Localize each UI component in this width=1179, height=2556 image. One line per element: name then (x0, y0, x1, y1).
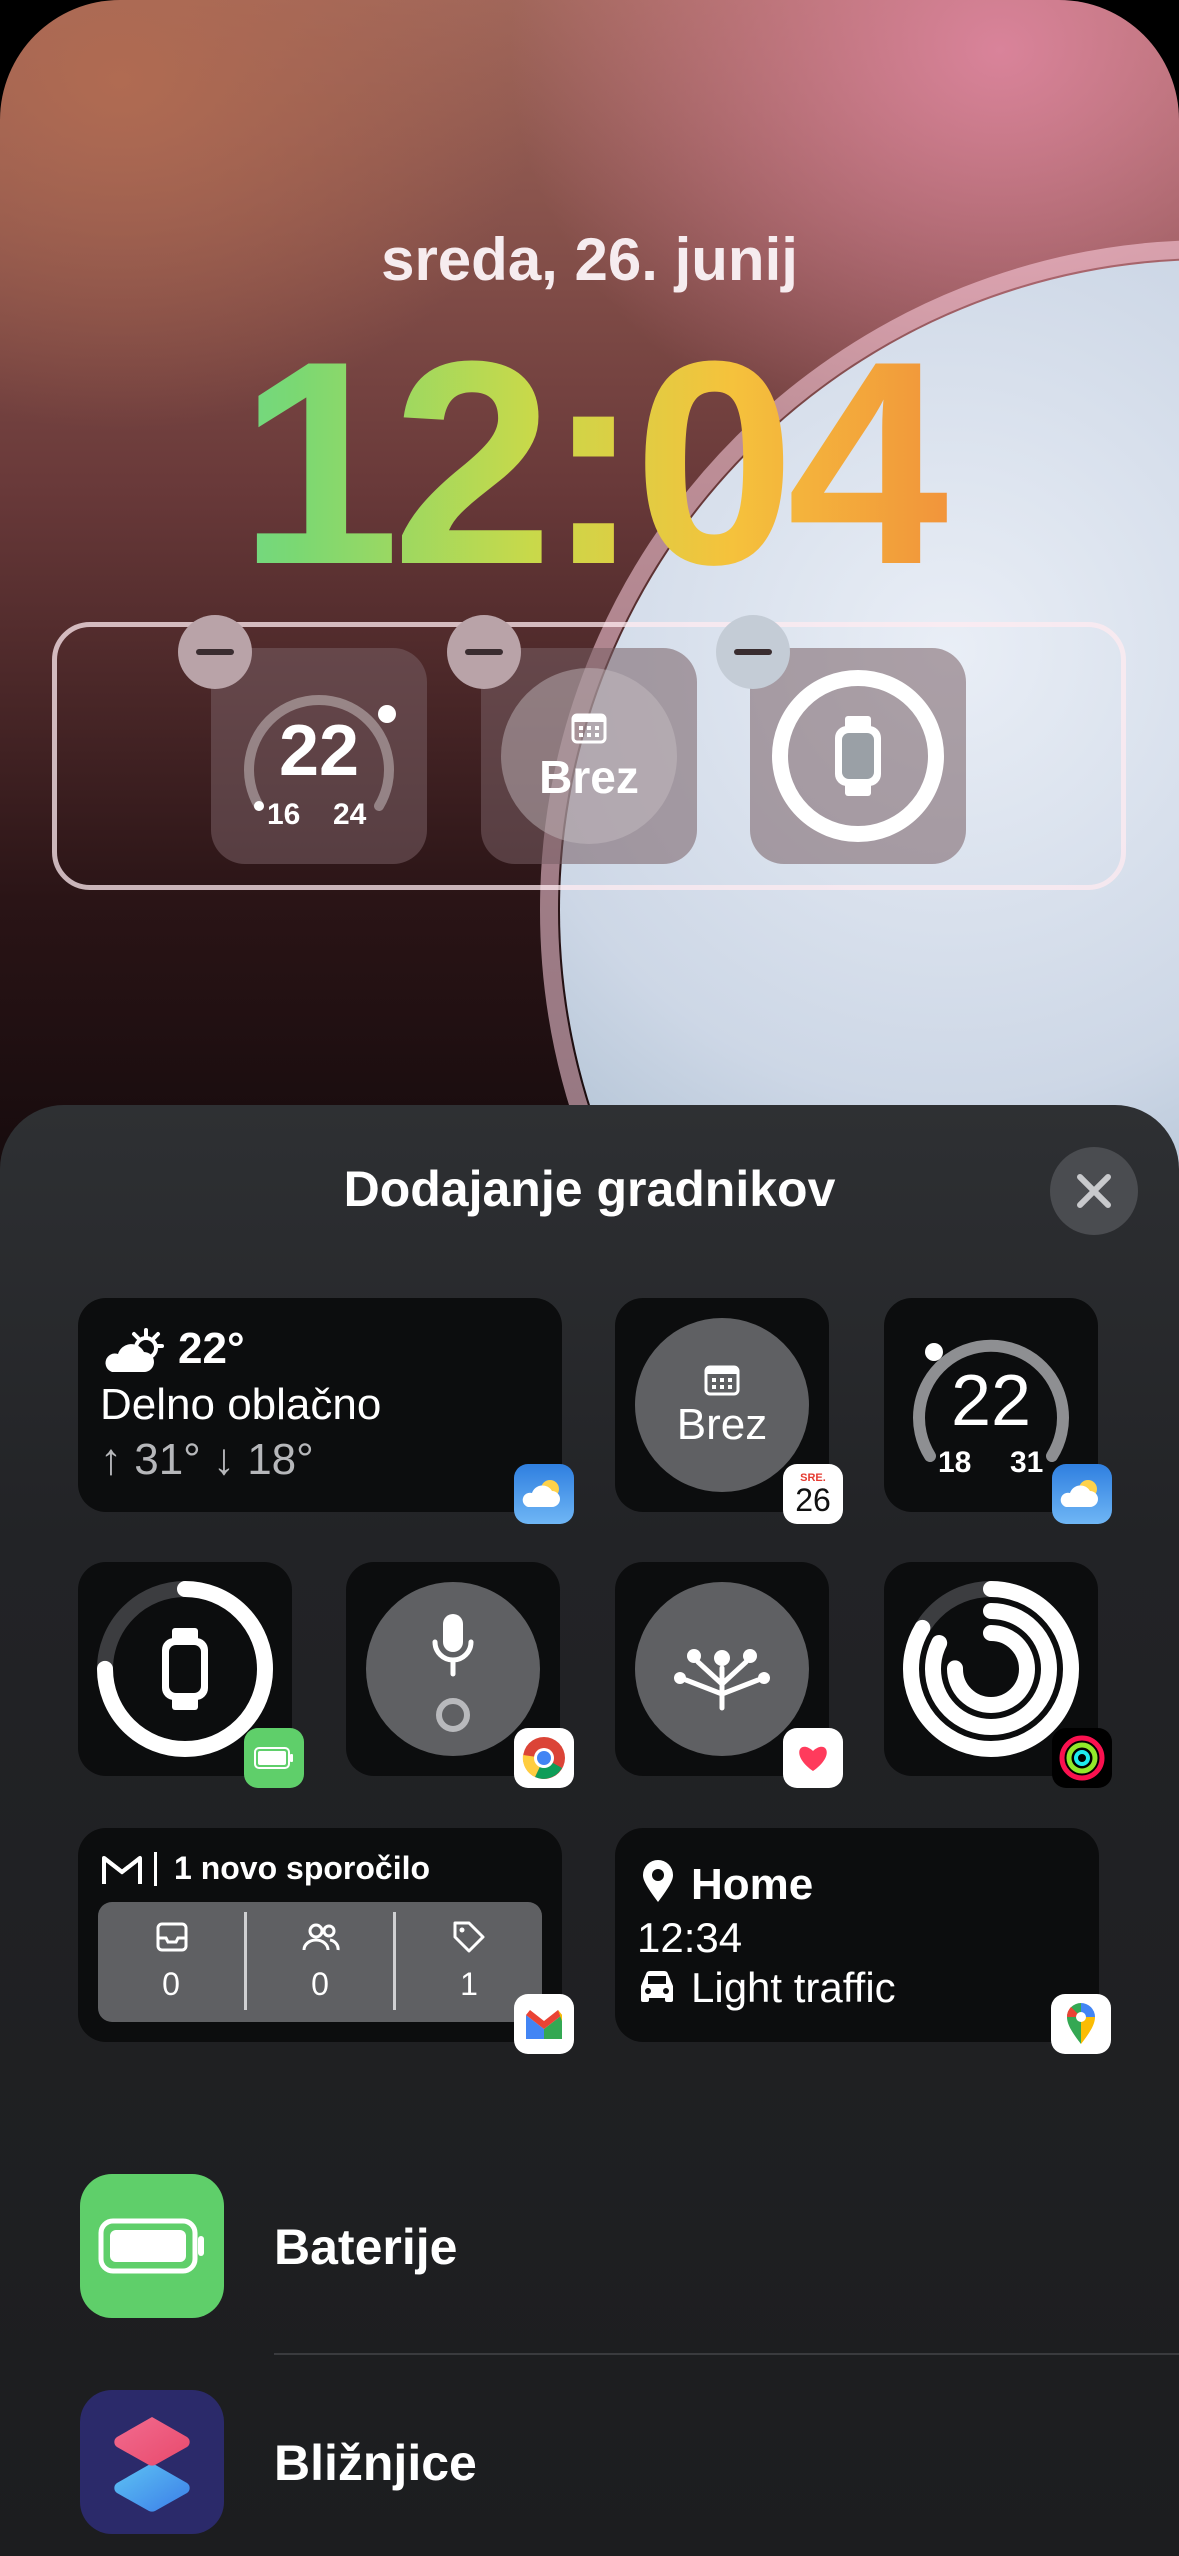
battery-ring-widget[interactable] (78, 1562, 304, 1788)
list-separator (274, 2353, 1179, 2355)
gmail-title: 1 novo sporočilo (174, 1850, 431, 1886)
lock-weather-low: 16 (267, 798, 301, 831)
calendar-widget-label: Brez (676, 1400, 768, 1449)
lock-weather-high: 24 (333, 798, 367, 831)
app-name: Baterije (274, 2219, 458, 2275)
app-list-item-bliznjice[interactable]: Bližnjice (0, 2356, 1179, 2556)
app-name: Bližnjice (274, 2435, 477, 2491)
calendar-icon (704, 1365, 740, 1396)
chrome-icon (522, 1737, 565, 1779)
calendar-widget[interactable]: Brez SRE. 26 (615, 1298, 843, 1524)
gmail-widget[interactable]: 1 novo sporočilo 0 0 1 (78, 1828, 574, 2054)
maps-place: Home (691, 1860, 814, 1909)
batteries-app-badge (244, 1728, 304, 1788)
mindfulness-widget[interactable] (615, 1562, 843, 1788)
gmail-logo-icon (526, 2010, 562, 2039)
gmail-divider (154, 1852, 157, 1886)
lock-widget-watch-battery[interactable] (750, 648, 966, 864)
app-list-item-baterije[interactable]: Baterije (0, 2140, 1179, 2355)
social-count: 0 (311, 1966, 329, 2002)
weather-app-badge (1052, 1464, 1112, 1524)
sheet-title: Dodajanje gradnikov (343, 1161, 836, 1217)
calendar-icon (571, 713, 607, 744)
microphone-icon (432, 1614, 474, 1677)
remove-watch-widget-button[interactable] (716, 615, 790, 689)
maps-traffic: Light traffic (691, 1964, 896, 2011)
google-maps-pin-icon (1066, 2003, 1095, 2044)
remove-weather-widget-button[interactable] (178, 615, 252, 689)
watch-icon (835, 716, 881, 796)
location-pin-icon (643, 1860, 673, 1902)
gauge-high: 31 (1010, 1446, 1044, 1479)
health-app-badge (783, 1728, 843, 1788)
weather-condition: Delno oblačno (100, 1380, 382, 1429)
google-maps-app-badge (1051, 1994, 1111, 2054)
social-icon (302, 1923, 340, 1951)
maps-widget[interactable]: Home 12:34 Light traffic (615, 1828, 1111, 2054)
weather-gauge-widget[interactable]: 22 18 31 (884, 1298, 1112, 1524)
chrome-mini-icon (436, 1698, 470, 1732)
inbox-count: 0 (162, 1966, 180, 2002)
weather-range: ↑ 31° ↓ 18° (100, 1435, 314, 1484)
promotions-tag-icon (453, 1921, 485, 1953)
close-icon (1077, 1174, 1111, 1208)
gmail-app-badge (514, 1994, 574, 2054)
inbox-icon (156, 1922, 188, 1952)
weather-large-widget[interactable]: 22° Delno oblačno ↑ 31° ↓ 18° (78, 1298, 574, 1524)
weather-app-badge (514, 1464, 574, 1524)
remove-calendar-widget-button[interactable] (447, 615, 521, 689)
lock-weather-temp: 22 (278, 711, 360, 791)
shortcuts-icon (114, 2417, 190, 2512)
calendar-badge-date: 26 (795, 1481, 831, 1518)
voice-search-widget[interactable] (346, 1562, 574, 1788)
battery-icon (98, 2218, 204, 2274)
partly-cloudy-icon (105, 1328, 164, 1372)
mindfulness-flower-icon (674, 1649, 770, 1711)
heart-icon (799, 1746, 827, 1771)
lock-calendar-label: Brez (539, 751, 639, 803)
lock-widget-calendar[interactable]: Brez (481, 648, 697, 864)
shortcuts-app-icon (80, 2390, 224, 2534)
weather-temp: 22° (178, 1324, 245, 1373)
gmail-counters: 0 0 1 (98, 1902, 542, 2022)
chrome-app-badge (514, 1728, 574, 1788)
gauge-low: 18 (938, 1446, 972, 1479)
lock-widget-weather[interactable]: 22 16 24 (211, 648, 427, 864)
weather-app-icon (522, 1480, 560, 1507)
maps-time: 12:34 (637, 1914, 743, 1961)
gmail-icon (102, 1856, 142, 1884)
fitness-app-badge (1052, 1728, 1112, 1788)
lock-clock[interactable]: 12:04 (0, 318, 1179, 608)
watch-icon (162, 1628, 208, 1710)
batteries-app-icon (80, 2174, 224, 2318)
weather-app-icon (1060, 1480, 1098, 1507)
gauge-temp: 22 (950, 1361, 1032, 1441)
battery-icon (254, 1747, 293, 1769)
lock-date[interactable]: sreda, 26. junij (0, 225, 1179, 294)
car-icon (641, 1970, 673, 2002)
close-button[interactable] (1050, 1147, 1138, 1235)
fitness-rings-icon (1059, 1735, 1105, 1781)
calendar-app-badge: SRE. 26 (783, 1464, 843, 1524)
activity-rings-widget[interactable] (884, 1562, 1112, 1788)
